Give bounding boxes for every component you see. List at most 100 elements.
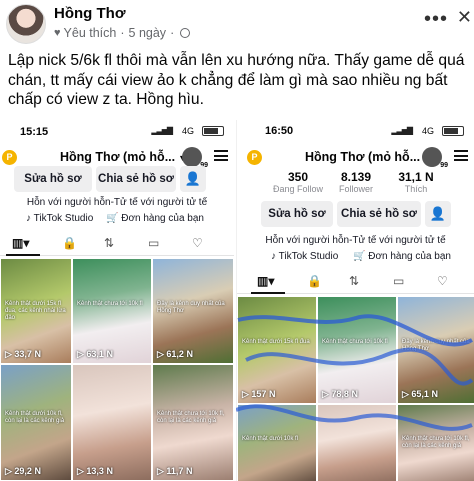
screenshot-right: 16:50 ▂▃▅▇ 4G P Hồng Thơ (mỏ hỗ...▼ 99 3… — [236, 120, 474, 481]
signal-icon: ▂▃▅▇ — [151, 126, 173, 135]
tab-liked[interactable]: ♡ — [437, 274, 448, 288]
tab-reposts[interactable]: ⇅ — [104, 236, 114, 250]
status-time: 16:50 — [265, 125, 294, 137]
profile-stats: 350 Đang Follow 8.139 Follower 31,1 N Thích — [237, 170, 474, 196]
post-time[interactable]: 5 ngày — [129, 26, 167, 40]
orders-link[interactable]: 🛒 Đơn hàng của bạn — [106, 213, 204, 224]
tiktok-studio-text: TikTok Studio — [278, 251, 339, 262]
orders-link[interactable]: 🛒 Đơn hàng của bạn — [353, 251, 451, 262]
profile-name[interactable]: Hồng Thơ (mỏ hỗ...▼ — [305, 150, 432, 164]
view-count: ▷ 157 N — [242, 389, 276, 399]
view-count: ▷ 65,1 N — [402, 389, 438, 399]
profile-links: ♪ TikTok Studio 🛒 Đơn hàng của bạn — [237, 251, 474, 265]
author-name[interactable]: Hồng Thơ — [54, 5, 125, 22]
battery-icon — [442, 126, 464, 136]
view-count: ▷ 33,7 N — [5, 349, 41, 359]
profile-links: ♪ TikTok Studio 🛒 Đơn hàng của bạn — [0, 213, 234, 227]
notification-count: 99 — [439, 162, 449, 169]
add-user-icon[interactable]: 👤 — [425, 201, 451, 227]
tab-underline — [251, 292, 285, 294]
menu-icon[interactable] — [214, 150, 228, 161]
coin-icon[interactable]: P — [247, 150, 262, 165]
video-caption: Kênh thật chưa tới 10k fl — [322, 339, 388, 346]
video-caption: Đây là kênh duy nhất của Hồng Thơ — [157, 300, 225, 314]
edit-profile-button[interactable]: Sửa hồ sơ — [261, 201, 333, 227]
account-avatar-icon[interactable]: 99 — [422, 147, 449, 169]
likes-stat[interactable]: 31,1 N Thích — [381, 170, 451, 194]
profile-buttons: Sửa hồ sơ Chia sẻ hồ sơ 👤 — [237, 201, 474, 227]
video-caption: Kênh thật chưa tới 10k fl — [77, 300, 143, 307]
profile-name-text: Hồng Thơ (mỏ hỗ... — [60, 150, 176, 164]
close-icon[interactable]: ✕ — [457, 7, 472, 28]
video-thumbnail[interactable]: Đây là kênh duy nhất của Hồng Thơ ▷ 65,1… — [397, 296, 474, 404]
video-caption: Kênh thật dưới 15k fl đua, các kênh nhái… — [5, 300, 66, 321]
network-label: 4G — [421, 126, 434, 136]
status-bar: 16:50 ▂▃▅▇ 4G — [237, 120, 474, 142]
video-thumbnail[interactable] — [317, 404, 397, 481]
profile-bio: Hỗn với người hỗn-Tử tế với người tử tế — [265, 235, 446, 246]
view-count: ▷ 61,2 N — [157, 349, 193, 359]
favorite-badge: Yêu thích — [63, 26, 117, 40]
tab-private[interactable]: 🔒 — [62, 236, 77, 250]
likes-count: 31,1 N — [398, 170, 434, 184]
video-caption: Kênh thật chưa tới 10k fl, còn lại là cá… — [402, 436, 470, 450]
post-meta: ♥ Yêu thích · 5 ngày · — [54, 26, 191, 40]
menu-icon[interactable] — [454, 150, 468, 161]
profile-tabs: ▥▾ 🔒 ⇅ ▭ ♡ — [0, 234, 234, 256]
video-thumbnail[interactable]: Kênh thật chưa tới 10k fl ▷ 63,1 N — [72, 258, 152, 364]
video-caption: Kênh thật dưới 10k fl, còn lại là các kê… — [5, 411, 65, 424]
account-avatar-icon[interactable]: 99 — [182, 147, 209, 169]
view-count: ▷ 78,8 N — [322, 389, 358, 399]
tab-videos[interactable]: ▥▾ — [257, 274, 274, 288]
share-profile-button[interactable]: Chia sẻ hồ sơ — [96, 166, 176, 192]
profile-buttons: Sửa hồ sơ Chia sẻ hồ sơ 👤 — [0, 166, 234, 192]
post-header: Hồng Thơ ♥ Yêu thích · 5 ngày · ••• ✕ — [0, 0, 474, 46]
network-label: 4G — [181, 126, 194, 136]
tiktok-studio-link[interactable]: ♪ TikTok Studio — [271, 251, 338, 262]
coin-icon[interactable]: P — [2, 150, 17, 165]
edit-profile-button[interactable]: Sửa hồ sơ — [14, 166, 92, 192]
tab-underline — [6, 254, 40, 256]
video-caption: Kênh thật chưa tới 10k fl, còn lại là cá… — [157, 411, 225, 424]
video-thumbnail[interactable]: ▷ 13,3 N — [72, 364, 152, 481]
video-thumbnail[interactable]: Kênh thật chưa tới 10k fl ▷ 78,8 N — [317, 296, 397, 404]
view-count: ▷ 63,1 N — [77, 349, 113, 359]
tab-reposts[interactable]: ⇅ — [349, 274, 359, 288]
view-count: ▷ 13,3 N — [77, 466, 113, 476]
video-thumbnail[interactable]: Đây là kênh duy nhất của Hồng Thơ ▷ 61,2… — [152, 258, 234, 364]
video-thumbnail[interactable]: Kênh thật dưới 15k fl đua ▷ 157 N — [237, 296, 317, 404]
signal-icon: ▂▃▅▇ — [391, 126, 413, 135]
add-user-icon[interactable]: 👤 — [180, 166, 206, 192]
tab-liked[interactable]: ♡ — [192, 236, 203, 250]
tab-private[interactable]: 🔒 — [307, 274, 322, 288]
video-thumbnail[interactable]: Kênh thật dưới 10k fl — [237, 404, 317, 481]
video-caption: Kênh thật dưới 15k fl đua — [242, 339, 310, 346]
screenshot-left: 15:15 ▂▃▅▇ 4G P Hồng Thơ (mỏ hỗ...▼ 99 S… — [0, 120, 234, 481]
status-bar: 15:15 ▂▃▅▇ 4G — [0, 120, 234, 142]
share-profile-button[interactable]: Chia sẻ hồ sơ — [337, 201, 421, 227]
tiktok-studio-link[interactable]: ♪ TikTok Studio — [26, 213, 93, 224]
video-thumbnail[interactable]: Kênh thật dưới 10k fl, còn lại là các kê… — [0, 364, 72, 481]
tab-favorites[interactable]: ▭ — [148, 236, 159, 250]
video-thumbnail[interactable]: Kênh thật chưa tới 10k fl, còn lại là cá… — [152, 364, 234, 481]
author-avatar[interactable] — [6, 4, 46, 44]
profile-name-text: Hồng Thơ (mỏ hỗ... — [305, 150, 421, 164]
profile-bio: Hỗn với người hỗn-Tử tế với người tử tế — [26, 197, 208, 208]
heart-icon: ♥ — [54, 27, 61, 39]
view-count: ▷ 11,7 N — [157, 466, 193, 476]
post-text: Lập nick 5/6k fl thôi mà vẫn lên xu hướn… — [8, 52, 465, 109]
profile-topbar: P Hồng Thơ (mỏ hỗ...▼ 99 — [237, 144, 474, 170]
likes-label: Thích — [404, 184, 428, 194]
video-thumbnail[interactable]: Kênh thật chưa tới 10k fl, còn lại là cá… — [397, 404, 474, 481]
profile-name[interactable]: Hồng Thơ (mỏ hỗ...▼ — [60, 150, 187, 164]
tab-videos[interactable]: ▥▾ — [12, 236, 29, 250]
more-options-icon[interactable]: ••• — [424, 8, 448, 31]
tab-favorites[interactable]: ▭ — [393, 274, 404, 288]
tiktok-studio-text: TikTok Studio — [33, 213, 94, 224]
battery-icon — [202, 126, 224, 136]
profile-tabs: ▥▾ 🔒 ⇅ ▭ ♡ — [237, 272, 474, 294]
video-caption: Đây là kênh duy nhất của Hồng Thơ — [402, 339, 470, 353]
video-caption: Kênh thật dưới 10k fl — [242, 436, 298, 443]
globe-icon — [180, 28, 191, 38]
video-thumbnail[interactable]: Kênh thật dưới 15k fl đua, các kênh nhái… — [0, 258, 72, 364]
